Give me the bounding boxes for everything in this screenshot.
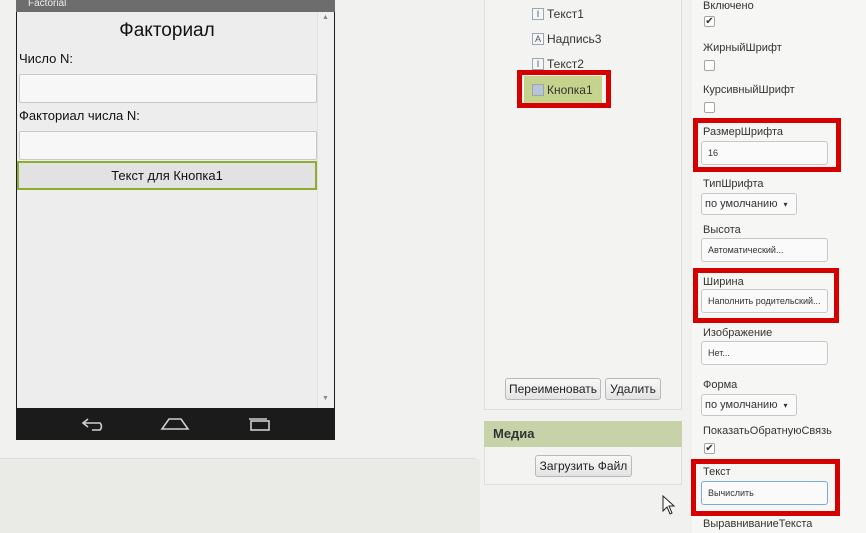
chevron-down-icon: ▾ xyxy=(783,401,788,410)
prop-label-font-type: ТипШрифта xyxy=(703,178,764,190)
properties-panel xyxy=(692,0,866,533)
height-input[interactable]: Автоматический... xyxy=(701,238,828,262)
prop-label-image: Изображение xyxy=(703,327,773,339)
textbox-icon: I xyxy=(532,8,544,20)
rename-button[interactable]: Переименовать xyxy=(505,378,601,400)
tree-item-label: Текст1 xyxy=(547,7,584,21)
highlight-box-width xyxy=(693,268,839,323)
tree-item-label: Надпись3 xyxy=(547,32,602,46)
prop-label-text-align: ВыравниваниеТекста xyxy=(703,518,813,530)
phone-screen xyxy=(17,12,317,408)
font-type-value: по умолчанию xyxy=(705,198,778,210)
android-nav-bar xyxy=(16,408,335,440)
home-icon[interactable] xyxy=(160,416,190,432)
scroll-up-icon[interactable]: ▲ xyxy=(318,14,333,21)
label-number-n: Число N: xyxy=(19,51,73,66)
prop-label-bold: ЖирныйШрифт xyxy=(703,42,782,54)
prop-label-italic: КурсивныйШрифт xyxy=(703,84,795,96)
prop-label-shape: Форма xyxy=(703,379,738,391)
back-icon[interactable] xyxy=(80,416,108,432)
screen-title-bar: Factorial xyxy=(16,0,335,12)
tree-item-tekst1[interactable]: I Текст1 xyxy=(532,5,584,23)
textbox-factorial-result[interactable] xyxy=(19,131,317,160)
label-icon: A xyxy=(532,33,544,45)
scroll-down-icon[interactable]: ▼ xyxy=(318,395,333,402)
screen-scrollbar[interactable] xyxy=(317,12,334,408)
highlight-box-knopka1 xyxy=(517,70,611,108)
checkbox-italic[interactable] xyxy=(704,102,715,113)
checkbox-show-feedback[interactable]: ✔ xyxy=(704,443,715,454)
delete-button[interactable]: Удалить xyxy=(605,378,661,400)
shape-select[interactable]: по умолчанию ▾ xyxy=(701,394,797,416)
upload-file-button[interactable]: Загрузить Файл xyxy=(535,455,632,477)
mouse-cursor-icon xyxy=(662,495,676,515)
chevron-down-icon: ▾ xyxy=(783,200,788,209)
highlight-box-text xyxy=(691,459,840,516)
app-title: Факториал xyxy=(119,20,215,41)
textbox-number-n[interactable] xyxy=(19,74,317,103)
font-type-select[interactable]: по умолчанию ▾ xyxy=(701,193,797,215)
checkbox-enabled[interactable]: ✔ xyxy=(704,16,715,27)
prop-label-height: Высота xyxy=(703,224,741,236)
recent-apps-icon[interactable] xyxy=(245,416,273,432)
shape-value: по умолчанию xyxy=(705,399,778,411)
tree-item-label: Текст2 xyxy=(547,57,584,71)
media-header: Медиа xyxy=(484,421,682,447)
tree-item-nadpis3[interactable]: A Надпись3 xyxy=(532,30,601,48)
highlight-box-font-size xyxy=(693,118,841,172)
checkbox-bold[interactable] xyxy=(704,60,715,71)
workspace-background xyxy=(0,459,480,533)
textbox-icon: I xyxy=(532,58,544,70)
image-input[interactable]: Нет... xyxy=(701,341,828,365)
app-button-knopka1[interactable]: Текст для Кнопка1 xyxy=(17,161,317,190)
prop-label-show-feedback: ПоказатьОбратнуюСвязь xyxy=(703,425,832,437)
label-factorial-result: Факториал числа N: xyxy=(19,108,140,123)
prop-label-enabled: Включено xyxy=(703,0,754,12)
